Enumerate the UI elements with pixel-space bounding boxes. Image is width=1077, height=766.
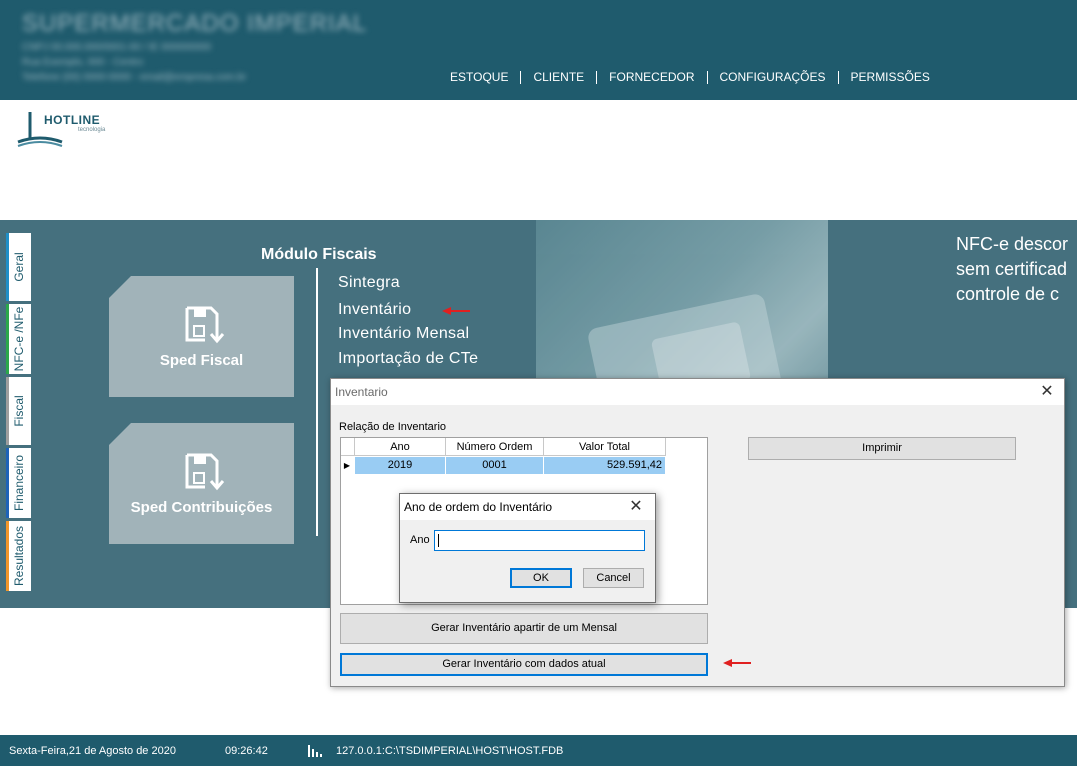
ano-ordem-dialog: Ano de ordem do Inventário ✕ Ano OK Canc… xyxy=(399,493,656,603)
sped-contribuicoes-card[interactable]: Sped Contribuições xyxy=(109,423,294,544)
promo-line: sem certificad xyxy=(956,259,1068,279)
ok-button[interactable]: OK xyxy=(510,568,572,588)
nav-estoque[interactable]: ESTOQUE xyxy=(438,70,520,84)
top-nav: ESTOQUE CLIENTE FORNECEDOR CONFIGURAÇÕES… xyxy=(438,70,942,84)
imprimir-button[interactable]: Imprimir xyxy=(748,437,1016,460)
status-time: 09:26:42 xyxy=(225,745,268,757)
tab-label: Geral xyxy=(11,252,26,282)
nav-cliente[interactable]: CLIENTE xyxy=(521,70,596,84)
tab-financeiro[interactable]: Financeiro xyxy=(6,448,31,518)
promo-line: controle de c xyxy=(956,284,1060,304)
tab-color-bar xyxy=(6,304,9,374)
arrow-shaft xyxy=(450,310,470,312)
row-indicator-header xyxy=(341,438,355,456)
card-label: Sped Fiscal xyxy=(159,352,244,369)
floppy-download-icon xyxy=(185,306,225,344)
link-importacao-cte[interactable]: Importação de CTe xyxy=(338,350,478,368)
logo-tagline: tecnologia xyxy=(78,127,106,133)
status-date: Sexta-Feira,21 de Agosto de 2020 xyxy=(9,745,176,757)
annotation-arrow xyxy=(723,659,753,667)
tab-fiscal[interactable]: Fiscal xyxy=(6,377,31,445)
cell-valor-total[interactable]: 529.591,42 xyxy=(544,457,666,474)
company-line: Telefone (00) 0000-0000 - email@empresa.… xyxy=(22,72,247,83)
tab-geral[interactable]: Geral xyxy=(6,233,31,301)
gerar-inventario-atual-button[interactable]: Gerar Inventário com dados atual xyxy=(340,653,708,676)
tab-label: NFC-e /NFe xyxy=(11,306,26,372)
tab-nfce-nfe[interactable]: NFC-e /NFe xyxy=(6,304,31,374)
tab-color-bar xyxy=(6,521,9,591)
nav-configuracoes[interactable]: CONFIGURAÇÕES xyxy=(708,70,838,84)
tab-color-bar xyxy=(6,377,9,445)
ano-input[interactable] xyxy=(434,530,645,551)
company-line: Rua Exemplo, 000 - Centro xyxy=(22,57,144,68)
company-name: SUPERMERCADO IMPERIAL xyxy=(22,10,368,37)
tab-label: Fiscal xyxy=(11,395,26,427)
promo-line: NFC-e descor xyxy=(956,234,1069,254)
company-info: SUPERMERCADO IMPERIAL CNPJ 00.000.000/00… xyxy=(22,10,367,83)
hotline-logo: HOTLINE tecnologia xyxy=(16,108,116,152)
dialog-title: Ano de ordem do Inventário xyxy=(404,500,553,514)
cell-numero-ordem[interactable]: 0001 xyxy=(446,457,544,474)
sped-fiscal-card[interactable]: Sped Fiscal xyxy=(109,276,294,397)
app-window: SUPERMERCADO IMPERIAL CNPJ 00.000.000/00… xyxy=(0,0,1077,766)
column-header-numero-ordem[interactable]: Número Ordem xyxy=(446,438,544,456)
status-db-path: 127.0.0.1:C:\TSDIMPERIAL\HOST\HOST.FDB xyxy=(336,745,564,757)
text-caret xyxy=(438,534,439,547)
link-inventario[interactable]: Inventário xyxy=(338,301,411,319)
tab-label: Resultados xyxy=(11,525,26,587)
annotation-arrow xyxy=(442,307,472,315)
window-title: Inventario xyxy=(335,385,388,399)
nav-fornecedor[interactable]: FORNECEDOR xyxy=(597,70,706,84)
module-divider xyxy=(316,268,318,536)
tab-color-bar xyxy=(6,448,9,518)
top-header: SUPERMERCADO IMPERIAL CNPJ 00.000.000/00… xyxy=(0,0,1077,100)
close-icon[interactable]: ✕ xyxy=(623,496,649,518)
row-pointer-icon: ▶ xyxy=(343,461,351,470)
window-titlebar: Inventario ✕ xyxy=(331,379,1064,405)
tab-color-bar xyxy=(6,233,9,301)
ano-label: Ano xyxy=(410,534,430,546)
promo-text: NFC-e descor sem certificad controle de … xyxy=(956,232,1068,307)
tab-label: Financeiro xyxy=(11,454,26,512)
column-header-valor-total[interactable]: Valor Total xyxy=(544,438,666,456)
link-sintegra[interactable]: Sintegra xyxy=(338,274,400,292)
module-title: Módulo Fiscais xyxy=(261,246,377,263)
dialog-titlebar: Ano de ordem do Inventário ✕ xyxy=(400,494,655,520)
logo-name: HOTLINE xyxy=(44,113,101,127)
inventory-list-label: Relação de Inventario xyxy=(339,421,447,433)
arrow-shaft xyxy=(731,662,751,664)
company-line: CNPJ 00.000.000/0001-00 / IE 000000000 xyxy=(22,42,212,53)
card-label: Sped Contribuições xyxy=(130,499,273,516)
column-header-ano[interactable]: Ano xyxy=(355,438,446,456)
status-bar: Sexta-Feira,21 de Agosto de 2020 09:26:4… xyxy=(0,735,1077,766)
close-icon[interactable]: ✕ xyxy=(1034,381,1060,403)
floppy-download-icon xyxy=(185,453,225,491)
cell-ano[interactable]: 2019 xyxy=(355,457,446,474)
cancel-button[interactable]: Cancel xyxy=(583,568,644,588)
link-inventario-mensal[interactable]: Inventário Mensal xyxy=(338,325,469,343)
gerar-inventario-mensal-button[interactable]: Gerar Inventário apartir de um Mensal xyxy=(340,613,708,644)
nav-permissoes[interactable]: PERMISSÕES xyxy=(839,70,942,84)
tab-resultados[interactable]: Resultados xyxy=(6,521,31,591)
database-connection-icon xyxy=(308,745,322,757)
